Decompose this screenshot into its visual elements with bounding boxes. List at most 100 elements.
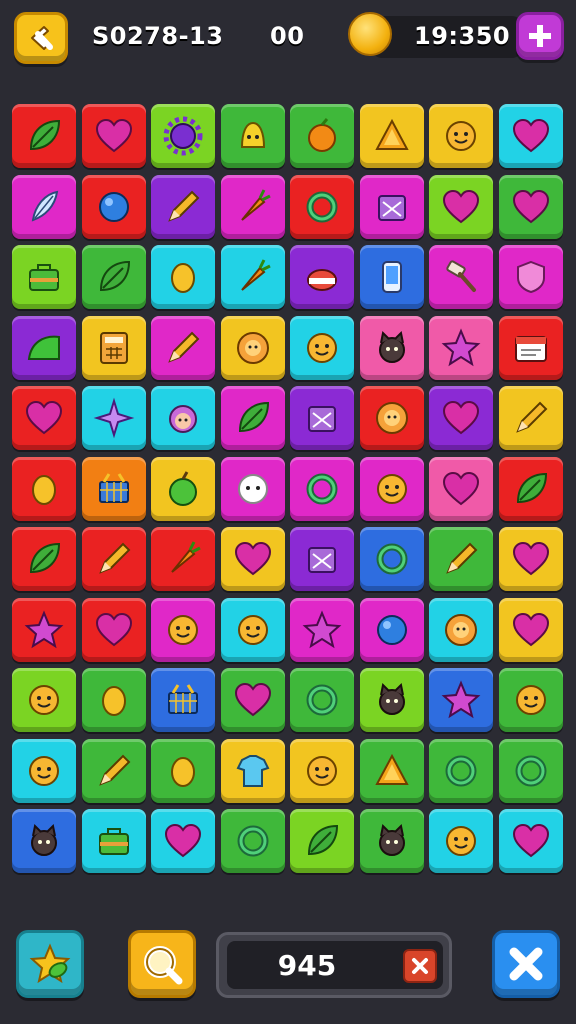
search-button[interactable] — [128, 930, 196, 998]
tile-star[interactable] — [429, 668, 493, 732]
tile-heart[interactable] — [498, 104, 563, 168]
tile-face[interactable] — [12, 738, 76, 803]
tile-shirt[interactable] — [220, 738, 285, 803]
tile-sparkle[interactable] — [81, 386, 146, 450]
tile-carrot[interactable] — [220, 174, 285, 239]
tile-ghost[interactable] — [220, 456, 285, 521]
tile-egg[interactable] — [81, 668, 146, 732]
tile-heart[interactable] — [220, 527, 285, 591]
tile-star[interactable] — [429, 315, 493, 380]
tile-pencil[interactable] — [151, 315, 215, 380]
hint-button[interactable] — [16, 930, 84, 998]
tile-bell[interactable] — [220, 104, 285, 168]
tile-box[interactable] — [290, 386, 354, 450]
tile-triangle[interactable] — [359, 738, 424, 803]
tile-basket[interactable] — [151, 668, 215, 732]
tile-gear[interactable] — [151, 104, 215, 168]
tile-heart[interactable] — [81, 597, 146, 662]
tile-bag[interactable] — [12, 245, 76, 309]
tile-card[interactable] — [498, 315, 563, 380]
tile-leaf[interactable] — [81, 245, 146, 309]
tile-heart[interactable] — [429, 386, 493, 450]
tile-triangle[interactable] — [359, 104, 424, 168]
tile-carrot[interactable] — [220, 245, 285, 309]
tile-face[interactable] — [290, 315, 354, 380]
tile-ring[interactable] — [290, 174, 354, 239]
tile-box[interactable] — [290, 527, 354, 591]
tile-feather[interactable] — [12, 174, 76, 239]
tile-heart[interactable] — [498, 809, 563, 873]
tile-heart[interactable] — [498, 597, 563, 662]
tile-heart[interactable] — [220, 668, 285, 732]
tile-face[interactable] — [220, 597, 285, 662]
tile-leaf[interactable] — [290, 809, 354, 873]
tile-heart[interactable] — [81, 104, 146, 168]
tile-pencil[interactable] — [151, 174, 215, 239]
add-coins-button[interactable] — [516, 12, 564, 60]
back-button[interactable] — [14, 12, 68, 64]
tile-face[interactable] — [151, 597, 215, 662]
tile-bag[interactable] — [81, 809, 146, 873]
tile-cat[interactable] — [359, 809, 424, 873]
pencil-icon — [515, 401, 547, 433]
tile-ball[interactable] — [81, 174, 146, 239]
tile-flower[interactable] — [220, 315, 285, 380]
tile-ring[interactable] — [359, 527, 424, 591]
tile-ring[interactable] — [429, 738, 493, 803]
tile-face[interactable] — [290, 738, 354, 803]
tile-cat[interactable] — [359, 668, 424, 732]
tile-heart[interactable] — [429, 174, 493, 239]
tile-girl[interactable] — [151, 386, 215, 450]
tile-egg[interactable] — [151, 738, 215, 803]
tile-leaf[interactable] — [220, 386, 285, 450]
tile-basket[interactable] — [81, 456, 146, 521]
clear-score-button[interactable] — [403, 949, 437, 983]
girl-icon — [169, 405, 197, 433]
tile-heart[interactable] — [498, 174, 563, 239]
tile-ring[interactable] — [220, 809, 285, 873]
close-button[interactable] — [492, 930, 560, 998]
tile-face[interactable] — [12, 668, 76, 732]
tile-face[interactable] — [359, 456, 424, 521]
tile-egg[interactable] — [12, 456, 76, 521]
tile-egg[interactable] — [151, 245, 215, 309]
tile-shield[interactable] — [498, 245, 563, 309]
tile-leaf[interactable] — [12, 104, 76, 168]
tile-pencil[interactable] — [429, 527, 493, 591]
tile-pencil[interactable] — [81, 527, 146, 591]
tile-heart[interactable] — [151, 809, 215, 873]
tile-face[interactable] — [498, 668, 563, 732]
tile-pot[interactable] — [290, 245, 354, 309]
tile-carrot[interactable] — [151, 527, 215, 591]
tile-slice[interactable] — [12, 315, 76, 380]
tile-heart[interactable] — [429, 456, 493, 521]
tile-heart[interactable] — [498, 527, 563, 591]
tile-phone[interactable] — [359, 245, 424, 309]
carrot-icon — [240, 259, 271, 291]
tile-face[interactable] — [429, 104, 493, 168]
tile-face[interactable] — [429, 809, 493, 873]
tile-apple[interactable] — [151, 456, 215, 521]
tile-ball[interactable] — [359, 597, 424, 662]
tile-ring[interactable] — [290, 668, 354, 732]
tile-pencil[interactable] — [498, 386, 563, 450]
tile-hammer[interactable] — [429, 245, 493, 309]
tile-heart[interactable] — [12, 386, 76, 450]
tile-ring[interactable] — [498, 738, 563, 803]
tile-star[interactable] — [12, 597, 76, 662]
tile-flower[interactable] — [359, 386, 424, 450]
tile-leaf[interactable] — [12, 527, 76, 591]
tile-pencil[interactable] — [81, 738, 146, 803]
tile-calc[interactable] — [81, 315, 146, 380]
ring-icon — [306, 473, 338, 504]
tile-flower[interactable] — [429, 597, 493, 662]
tile-ring[interactable] — [290, 456, 354, 521]
star-icon — [441, 680, 481, 719]
tile-orange[interactable] — [290, 104, 354, 168]
ring-icon — [306, 191, 338, 222]
tile-cat[interactable] — [359, 315, 424, 380]
tile-star[interactable] — [290, 597, 354, 662]
tile-box[interactable] — [359, 174, 424, 239]
tile-leaf[interactable] — [498, 456, 563, 521]
tile-cat[interactable] — [12, 809, 76, 873]
